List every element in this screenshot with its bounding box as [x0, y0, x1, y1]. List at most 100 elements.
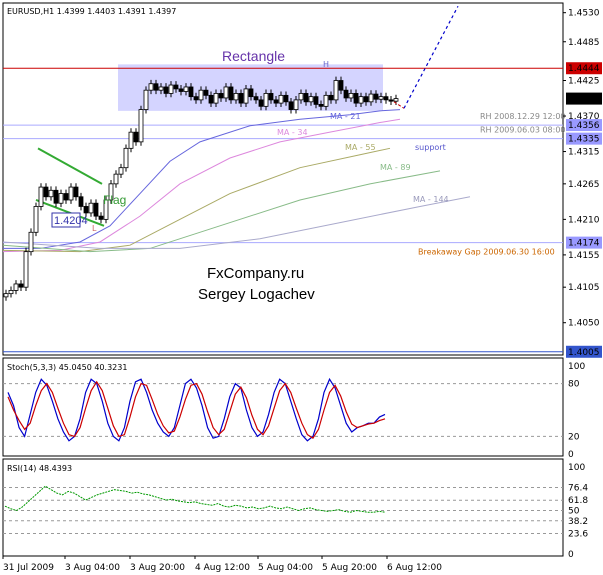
- candle-body: [188, 86, 194, 98]
- stoch-tick-label: 80: [568, 380, 580, 390]
- candle-body: [328, 94, 334, 101]
- candle-body: [348, 93, 354, 99]
- stoch-tick-label: 100: [568, 362, 585, 372]
- candle-body: [123, 147, 129, 169]
- candle-body: [248, 88, 254, 98]
- ma55-label: MA - 55: [345, 143, 376, 152]
- candle-body: [258, 99, 264, 107]
- candle-body: [343, 89, 349, 99]
- ma34-label: MA - 34: [277, 128, 308, 137]
- support-label: support: [415, 143, 446, 152]
- main-title: EURUSD,H1 1.4399 1.4403 1.4391 1.4397: [7, 7, 176, 16]
- price-badge-label: 1.4444: [568, 64, 600, 74]
- x-tick-label: 4 Aug 12:00: [195, 563, 250, 573]
- candle-body: [218, 93, 224, 99]
- rsi-tick-label: 38.2: [568, 517, 588, 527]
- y-tick-label: 1.4265: [568, 180, 600, 190]
- flag-label: Flag: [103, 193, 126, 207]
- candle-body: [363, 96, 369, 103]
- high-marker: H: [323, 60, 329, 69]
- candle-body: [118, 167, 124, 175]
- candle-body: [388, 99, 394, 102]
- rsi-tick-label: 100: [568, 463, 585, 473]
- y-tick-label: 1.4315: [568, 148, 600, 158]
- candle-body: [278, 94, 284, 104]
- candle-body: [333, 80, 339, 101]
- candle-body: [143, 89, 149, 110]
- ma21-label: MA - 21: [330, 112, 361, 121]
- candle-body: [73, 186, 79, 198]
- candle-body: [163, 86, 169, 94]
- x-tick-label: 6 Aug 12:00: [387, 563, 442, 573]
- x-tick-label: 5 Aug 04:00: [258, 563, 313, 573]
- rsi-tick-label: 76.4: [568, 484, 588, 494]
- candle-body: [223, 86, 229, 99]
- rsi-tick-label: 23.6: [568, 529, 588, 539]
- candle-body: [268, 93, 274, 101]
- y-tick-label: 1.4485: [568, 38, 600, 48]
- candle-body: [368, 93, 374, 103]
- candle-body: [393, 98, 399, 102]
- candle-body: [48, 189, 54, 198]
- candle-body: [178, 88, 184, 92]
- candle-body: [23, 251, 29, 288]
- candle-body: [133, 131, 139, 143]
- watermark-line-1: FxCompany.ru: [207, 265, 304, 282]
- y-tick-label: 1.4425: [568, 77, 600, 87]
- y-tick-label: 1.4105: [568, 283, 600, 293]
- watermark-line-2: Sergey Logachev: [198, 286, 315, 303]
- x-tick-label: 3 Aug 20:00: [130, 563, 185, 573]
- candle-body: [293, 99, 299, 110]
- chart-svg: RH 2008.12.29 12:00 RH 2009.06.03 08:00 Br…: [2, 2, 602, 573]
- rsi-title: RSI(14) 48.4393: [7, 464, 72, 473]
- candle-body: [88, 202, 94, 214]
- level-label: RH 2008.12.29 12:00: [480, 112, 566, 121]
- candle-body: [43, 186, 49, 198]
- rsi-tick-label: 61.8: [568, 496, 588, 506]
- low-marker: L: [92, 224, 97, 233]
- candle-body: [13, 283, 19, 291]
- candle-body: [203, 89, 209, 96]
- candle-body: [183, 86, 189, 92]
- candle-body: [173, 84, 179, 90]
- candle-body: [93, 202, 99, 217]
- candle-body: [253, 96, 259, 101]
- candle-body: [83, 206, 89, 214]
- rsi-tick-label: 0: [568, 550, 574, 560]
- y-tick-label: 1.4530: [568, 9, 600, 19]
- candle-body: [68, 186, 74, 201]
- candle-body: [263, 93, 269, 107]
- candle-body: [33, 206, 39, 233]
- candle-body: [158, 86, 164, 91]
- candle-body: [273, 99, 279, 104]
- price-badge-label: 1.4356: [568, 121, 600, 131]
- candle-body: [298, 93, 304, 101]
- candle-body: [78, 196, 84, 207]
- candle-body: [168, 84, 174, 94]
- candle-body: [8, 290, 14, 295]
- candle-body: [213, 93, 219, 104]
- candle-body: [243, 88, 249, 104]
- candle-body: [303, 93, 309, 103]
- candle-body: [3, 293, 9, 298]
- candle-body: [53, 189, 59, 204]
- y-tick-label: 1.4155: [568, 251, 600, 261]
- stoch-panel-frame: [2, 357, 564, 457]
- price-badge-label: 1.4174: [568, 239, 600, 249]
- rectangle-label: Rectangle: [222, 48, 285, 64]
- candle-body: [28, 231, 34, 253]
- candle-body: [63, 193, 69, 201]
- ma89-label: MA - 89: [380, 163, 411, 172]
- candle-body: [383, 96, 389, 101]
- flag-level-label: 1.4204: [54, 215, 88, 227]
- candle-body: [378, 96, 384, 100]
- price-badge-label: 1.4397: [568, 95, 600, 105]
- candle-body: [128, 131, 134, 149]
- price-badge-label: 1.4335: [568, 135, 600, 145]
- stoch-title: Stoch(5,3,3) 45.0450 40.3231: [7, 363, 127, 372]
- candle-body: [153, 83, 159, 91]
- candle-body: [138, 109, 144, 143]
- candle-body: [373, 93, 379, 100]
- candle-body: [208, 94, 214, 104]
- candle-body: [318, 104, 324, 107]
